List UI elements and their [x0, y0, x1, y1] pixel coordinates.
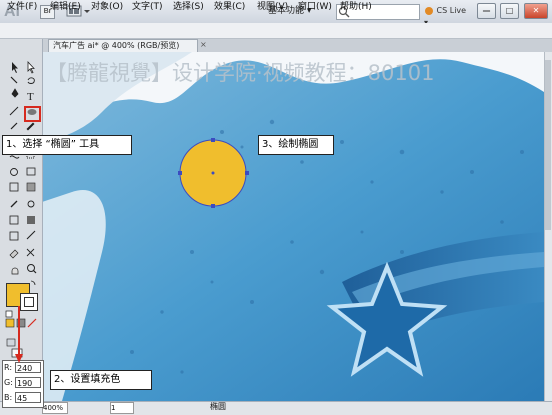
type-icon: T [27, 91, 34, 103]
direct-selection-icon [27, 60, 35, 74]
document-tab[interactable]: 汽车广告 ai* @ 400% (RGB/预览) [48, 39, 198, 52]
step2-callout: 2、设置填充色 [50, 370, 152, 390]
default-colors-icon [5, 310, 13, 318]
close-button[interactable]: ✕ [524, 3, 548, 19]
zoom-icon [27, 264, 35, 272]
menu-view[interactable]: 视图(V) [257, 1, 288, 14]
tab-close-icon[interactable]: × [200, 40, 208, 50]
step3-callout: 3、绘制椭圆 [258, 135, 334, 155]
g-label: G: [4, 378, 13, 387]
b-value-field[interactable]: 45 [15, 392, 41, 403]
menu-object[interactable]: 对象(O) [91, 1, 123, 14]
ellipse-tool-highlight [24, 106, 41, 122]
cs-live-icon [425, 6, 433, 15]
none-mode-icon [27, 318, 37, 328]
menu-bar [0, 23, 552, 39]
shape-builder-icon [10, 168, 18, 176]
magic-wand-icon [10, 76, 18, 84]
artboard-icon [9, 231, 19, 241]
menu-help[interactable]: 帮助(H) [340, 1, 372, 14]
artboard-canvas[interactable]: 【腾龍視覺】设计学院·视频教程：80101 [42, 52, 544, 401]
maximize-button[interactable]: □ [500, 3, 519, 19]
pen-icon [11, 88, 19, 98]
g-value-field[interactable]: 190 [15, 377, 41, 388]
minimize-button[interactable]: — [477, 3, 496, 19]
current-tool-status: 椭圆 [210, 402, 226, 411]
pencil-icon [26, 122, 35, 131]
menu-type[interactable]: 文字(T) [132, 1, 163, 14]
line-segment-icon [9, 106, 19, 116]
callout-arrow [15, 306, 23, 363]
selection-arrow-icon [12, 62, 18, 73]
menu-file[interactable]: 文件(F) [7, 1, 37, 14]
zoom-level-field[interactable]: 400% [42, 402, 68, 414]
blend-icon [27, 200, 35, 208]
menu-effect[interactable]: 效果(C) [214, 1, 245, 14]
slice-icon [26, 230, 36, 240]
r-label: R: [4, 363, 13, 372]
b-label: B: [4, 393, 13, 402]
color-mode-icon [5, 318, 15, 328]
menu-edit[interactable]: 编辑(E) [50, 1, 81, 14]
menu-window[interactable]: 窗口(W) [298, 1, 332, 14]
stroke-inner [24, 297, 34, 307]
perspective-grid-icon [26, 167, 36, 176]
column-graph-icon [27, 216, 35, 224]
warp-icon [9, 155, 20, 159]
artwork: 【腾龍視覺】设计学院·视频教程：80101 [42, 52, 544, 401]
lasso-icon [27, 77, 35, 84]
swap-colors-icon [30, 280, 36, 286]
mesh-icon [9, 182, 19, 192]
watermark-text: 【腾龍視覺】设计学院·视频教程：80101 [46, 61, 434, 85]
cs-live-button[interactable]: CS Live ▾ [424, 5, 472, 27]
vertical-scrollbar-thumb[interactable] [545, 60, 551, 230]
eraser-icon [9, 249, 19, 259]
hand-icon [11, 267, 19, 275]
status-bar [0, 401, 552, 415]
scissors-icon [26, 248, 35, 257]
artboard-number-field[interactable]: 1 [110, 402, 134, 414]
eyedropper-icon [10, 200, 18, 208]
gradient-icon [26, 182, 36, 192]
menu-select[interactable]: 选择(S) [173, 1, 204, 14]
step1-callout: 1、选择 “椭圆” 工具 [2, 135, 132, 155]
symbol-sprayer-icon [9, 215, 19, 225]
paintbrush-icon [10, 122, 18, 130]
